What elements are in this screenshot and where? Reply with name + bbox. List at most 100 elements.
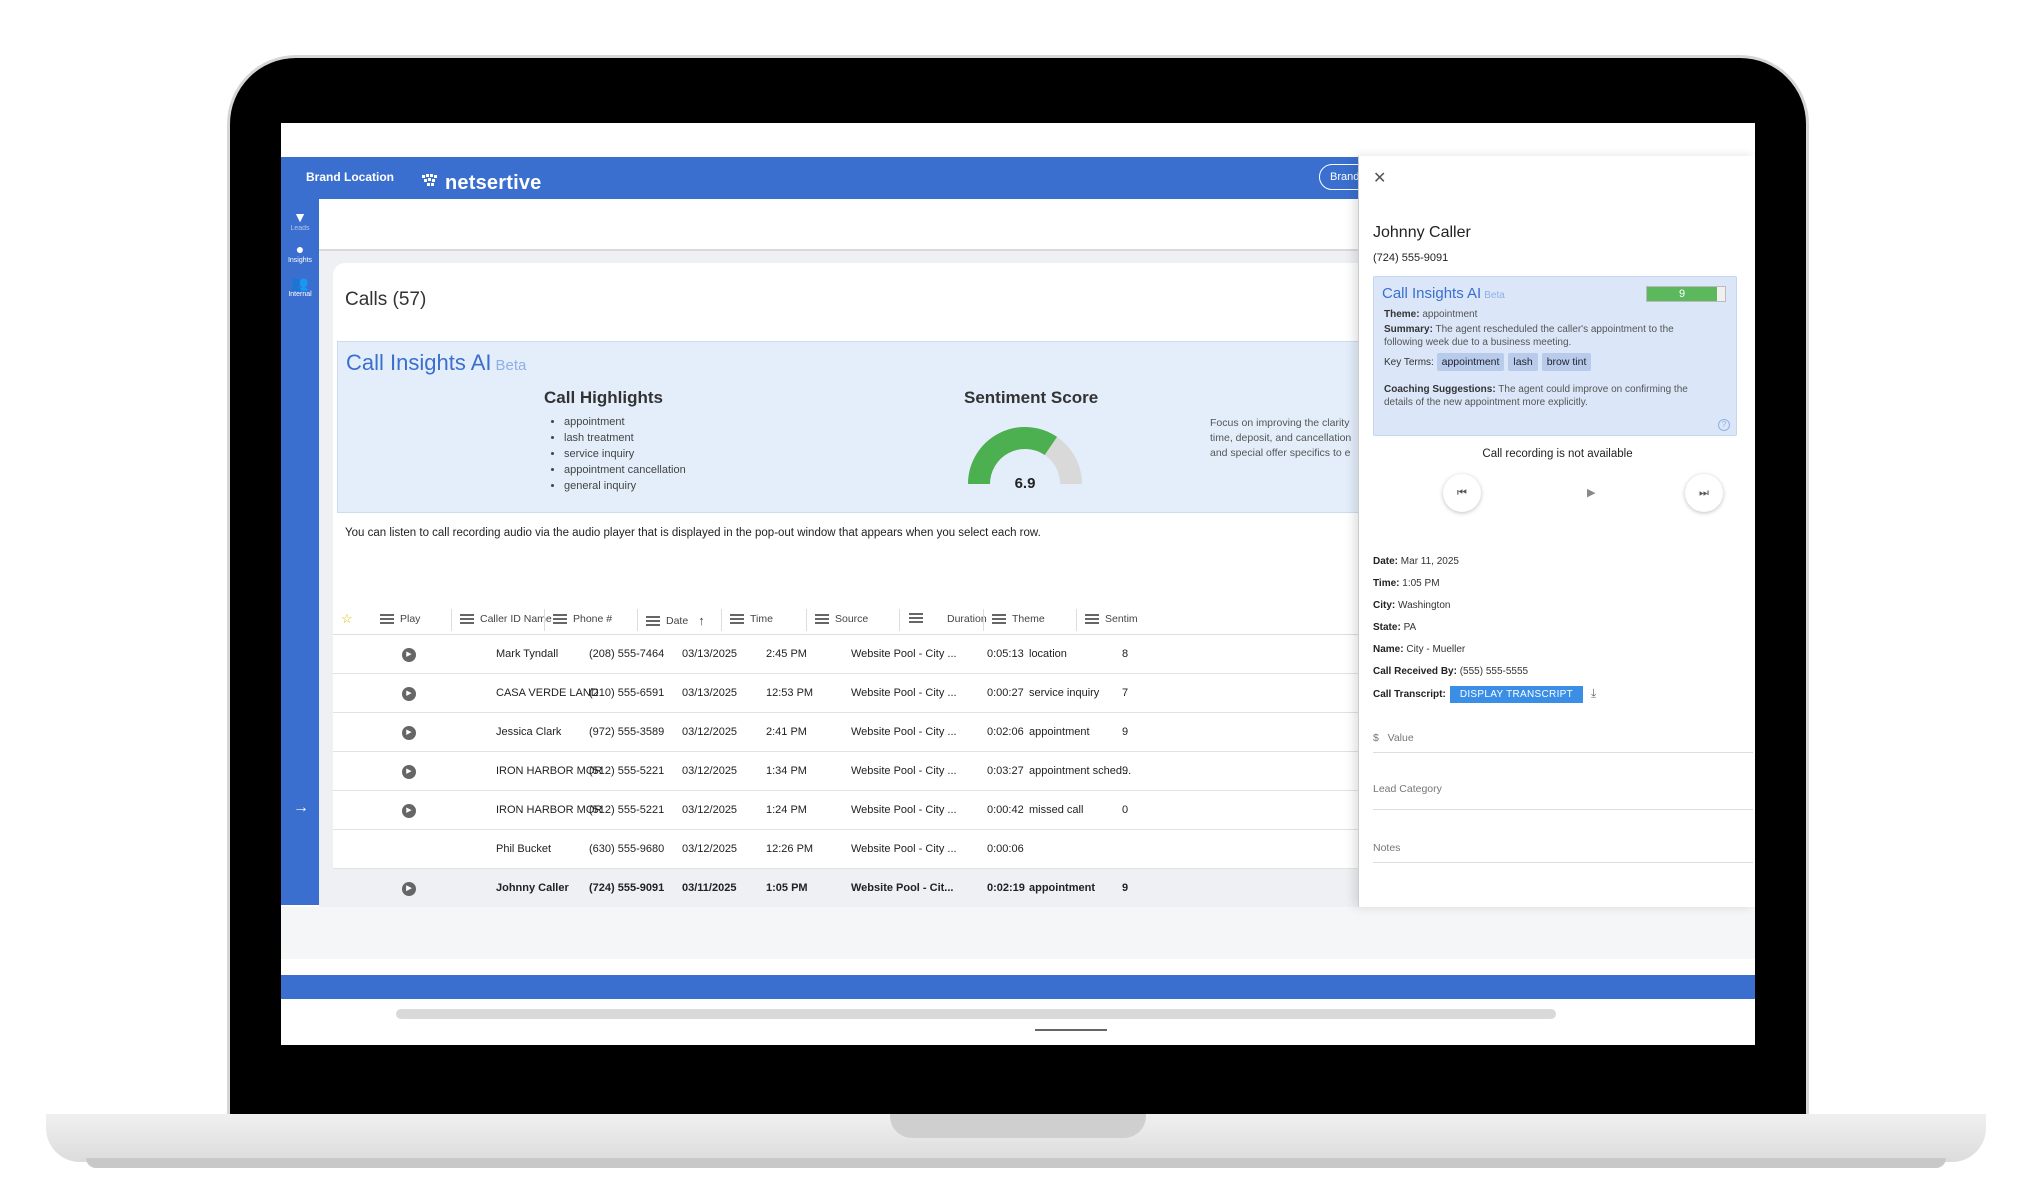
help-icon[interactable]: ? xyxy=(1718,419,1730,431)
col-extra[interactable] xyxy=(909,613,923,623)
column-menu-icon[interactable] xyxy=(815,614,829,624)
column-menu-icon[interactable] xyxy=(646,615,660,626)
play-icon[interactable]: ▶ xyxy=(402,648,416,662)
highlight-item: general inquiry xyxy=(564,478,686,494)
skip-forward-icon[interactable]: ⏭ xyxy=(1685,474,1723,512)
star-icon[interactable]: ☆ xyxy=(341,611,353,627)
column-menu-icon[interactable] xyxy=(553,614,567,624)
col-sentiment[interactable]: Sentim xyxy=(1085,613,1138,625)
detail-name: Name: City - Mueller xyxy=(1373,644,1465,655)
cell-phone: (210) 555-6591 xyxy=(589,687,665,699)
skip-back-icon[interactable]: ⏮ xyxy=(1443,474,1481,512)
table-row[interactable]: ▶ CASA VERDE LAND (210) 555-6591 03/13/2… xyxy=(333,674,1427,713)
display-transcript-button[interactable]: DISPLAY TRANSCRIPT xyxy=(1449,686,1584,703)
sort-asc-icon[interactable]: ↑ xyxy=(698,613,705,628)
col-theme[interactable]: Theme xyxy=(992,613,1045,625)
column-divider[interactable] xyxy=(899,609,900,631)
column-divider[interactable] xyxy=(451,609,452,631)
detail-label: Name: xyxy=(1373,644,1404,655)
theme-label: Theme: xyxy=(1384,309,1420,320)
column-divider[interactable] xyxy=(806,609,807,631)
cell-duration: 0:03:27 xyxy=(987,765,1024,777)
table-row[interactable]: ▶ IRON HARBOR MOR (512) 555-5221 03/12/2… xyxy=(333,752,1427,791)
col-source[interactable]: Source xyxy=(815,613,868,625)
highlights-list: appointment lash treatment service inqui… xyxy=(564,414,686,494)
panel-insights-title-text: Call Insights AI xyxy=(1382,285,1482,302)
dollar-prefix: $ xyxy=(1373,732,1379,744)
theme-value: appointment xyxy=(1422,309,1478,320)
detail-value: Washington xyxy=(1398,600,1451,611)
home-indicator xyxy=(1035,1029,1107,1031)
column-menu-icon[interactable] xyxy=(992,614,1006,624)
value-field[interactable]: $ Value xyxy=(1373,732,1753,753)
col-phone[interactable]: Phone # xyxy=(553,613,612,625)
detail-label: Date: xyxy=(1373,556,1399,567)
table-row-selected[interactable]: ▶ Johnny Caller (724) 555-9091 03/11/202… xyxy=(333,869,1427,908)
column-menu-icon[interactable] xyxy=(730,614,744,624)
close-icon[interactable]: ✕ xyxy=(1373,168,1386,188)
cell-theme: appointment xyxy=(1029,882,1095,894)
cell-source: Website Pool - City ... xyxy=(851,648,957,660)
lead-category-select[interactable]: Lead Category xyxy=(1373,783,1753,810)
play-icon[interactable]: ▶ xyxy=(402,804,416,818)
table-header: ☆ Play Caller ID Name Phone # Date ↑ Time… xyxy=(333,601,1427,635)
column-divider[interactable] xyxy=(637,609,638,631)
column-divider[interactable] xyxy=(983,609,984,631)
column-menu-icon[interactable] xyxy=(380,614,394,624)
play-icon[interactable]: ▶ xyxy=(402,687,416,701)
expand-arrow-icon[interactable]: → xyxy=(293,799,309,817)
table-row[interactable]: ▶ IRON HARBOR MOR (512) 555-5221 03/12/2… xyxy=(333,791,1427,830)
detail-state: State: PA xyxy=(1373,622,1416,633)
play-icon[interactable]: ▶ xyxy=(402,765,416,779)
table-row[interactable]: ▶ Jessica Clark (972) 555-3589 03/12/202… xyxy=(333,713,1427,752)
table-row[interactable]: Phil Bucket (630) 555-9680 03/12/2025 12… xyxy=(333,830,1427,869)
col-duration[interactable]: Duration xyxy=(947,613,987,625)
recording-status: Call recording is not available xyxy=(1482,448,1633,460)
cell-sentiment: 0 xyxy=(1122,804,1129,816)
detail-label: State: xyxy=(1373,622,1401,633)
brand-location-label[interactable]: Brand Location xyxy=(306,170,394,184)
nav-item-leads[interactable]: ▼ Leads xyxy=(281,209,319,232)
highlight-item: appointment cancellation xyxy=(564,462,686,478)
cell-theme: location xyxy=(1029,648,1067,660)
cell-date: 03/12/2025 xyxy=(682,765,738,777)
download-icon[interactable]: ⤓ xyxy=(1591,686,1596,701)
play-icon[interactable]: ▶ xyxy=(1587,486,1595,499)
column-divider[interactable] xyxy=(1076,609,1077,631)
cell-caller: IRON HARBOR MOR xyxy=(496,765,603,777)
nav-item-internal[interactable]: 👥 Internal xyxy=(281,275,319,298)
cell-phone: (512) 555-5221 xyxy=(589,765,665,777)
column-menu-icon[interactable] xyxy=(909,613,923,623)
col-time[interactable]: Time xyxy=(730,613,773,625)
detail-value: 1:05 PM xyxy=(1402,578,1440,589)
cell-source: Website Pool - Cit... xyxy=(851,882,954,894)
panel-insights-title: Call Insights AI Beta xyxy=(1382,285,1505,302)
column-menu-icon[interactable] xyxy=(460,614,474,624)
column-divider[interactable] xyxy=(721,609,722,631)
col-play[interactable]: Play xyxy=(380,613,420,625)
play-icon[interactable]: ▶ xyxy=(402,882,416,896)
nav-item-insights[interactable]: ● Insights xyxy=(281,241,319,264)
detail-city: City: Washington xyxy=(1373,600,1450,611)
detail-value: (555) 555-5555 xyxy=(1459,666,1529,677)
key-terms-label: Key Terms: xyxy=(1384,357,1434,368)
column-divider[interactable] xyxy=(544,609,545,631)
col-date[interactable]: Date ↑ xyxy=(646,613,705,628)
cell-theme: appointment xyxy=(1029,726,1090,738)
screen: Brand Location netsertive Brand ▼ Leads … xyxy=(281,123,1755,1045)
sentiment-value: 6.9 xyxy=(1015,475,1036,492)
cell-sentiment: 8 xyxy=(1122,648,1129,660)
detail-time: Time: 1:05 PM xyxy=(1373,578,1440,589)
play-icon[interactable]: ▶ xyxy=(402,726,416,740)
col-caller[interactable]: Caller ID Name xyxy=(460,613,552,625)
sub-toolbar xyxy=(319,199,1419,251)
cell-sentiment: 9 xyxy=(1122,882,1129,894)
laptop-mockup: Brand Location netsertive Brand ▼ Leads … xyxy=(0,0,2032,1204)
notes-field[interactable]: Notes xyxy=(1373,842,1753,863)
column-menu-icon[interactable] xyxy=(1085,614,1099,624)
table-row[interactable]: ▶ Mark Tyndall (208) 555-7464 03/13/2025… xyxy=(333,635,1427,674)
horizontal-scrollbar[interactable] xyxy=(396,1009,1556,1019)
summary-line: Summary: The agent rescheduled the calle… xyxy=(1384,323,1674,349)
cell-caller: CASA VERDE LAND xyxy=(496,687,599,699)
cell-date: 03/12/2025 xyxy=(682,804,738,816)
